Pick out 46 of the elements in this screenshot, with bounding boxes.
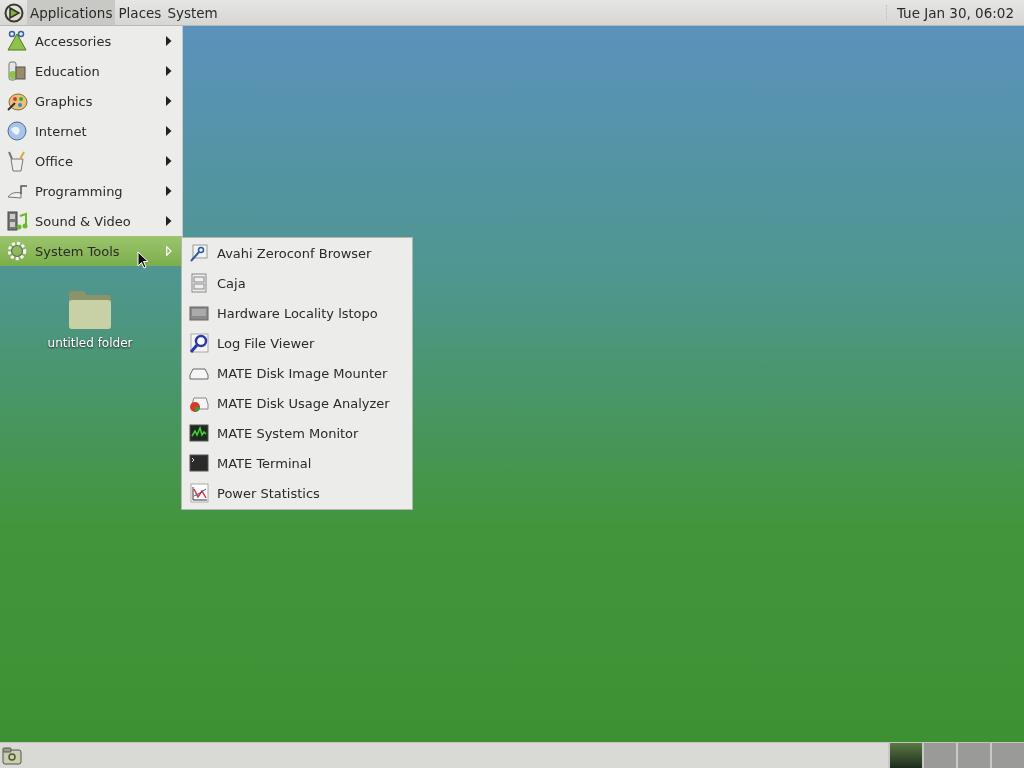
- globe-icon: [6, 120, 28, 142]
- monitor-icon: [188, 422, 210, 444]
- submenu-arrow-icon: [166, 96, 172, 106]
- menu-item[interactable]: Avahi Zeroconf Browser: [182, 238, 412, 268]
- menu-item[interactable]: MATE Terminal: [182, 448, 412, 478]
- submenu-arrow-icon: [166, 126, 172, 136]
- menu-item[interactable]: System Tools: [0, 236, 182, 266]
- terminal-icon: [188, 452, 210, 474]
- gear-icon: [6, 240, 28, 262]
- graph-icon: [188, 482, 210, 504]
- menu-item[interactable]: Sound & Video: [0, 206, 182, 236]
- show-desktop-icon[interactable]: [2, 746, 22, 765]
- panel-menu[interactable]: Applications: [27, 0, 116, 25]
- submenu-arrow-icon: [166, 66, 172, 76]
- pen-cup-icon: [6, 150, 28, 172]
- menu-item[interactable]: Power Statistics: [182, 478, 412, 508]
- submenu-arrow-icon: [166, 186, 172, 196]
- menu-item[interactable]: Graphics: [0, 86, 182, 116]
- cabinet-icon: [188, 272, 210, 294]
- submenu-arrow-icon: [166, 246, 172, 256]
- menu-item[interactable]: Internet: [0, 116, 182, 146]
- menu-item[interactable]: MATE Disk Image Mounter: [182, 358, 412, 388]
- panel-menu[interactable]: Places: [115, 0, 165, 25]
- search-icon: [188, 332, 210, 354]
- submenu-arrow-icon: [166, 36, 172, 46]
- menu-item[interactable]: MATE System Monitor: [182, 418, 412, 448]
- film-note-icon: [6, 210, 28, 232]
- submenu-arrow-icon: [166, 156, 172, 166]
- palette-icon: [6, 90, 28, 112]
- panel-menu[interactable]: System: [164, 0, 221, 25]
- menu-item[interactable]: Education: [0, 56, 182, 86]
- menu-item[interactable]: Programming: [0, 176, 182, 206]
- menu-item[interactable]: Hardware Locality lstopo: [182, 298, 412, 328]
- menu-item[interactable]: Log File Viewer: [182, 328, 412, 358]
- flask-icon: [6, 60, 28, 82]
- workspace-button[interactable]: [888, 743, 922, 768]
- menu-item[interactable]: Accessories: [0, 26, 182, 56]
- mouse-pointer-icon: [137, 251, 149, 269]
- menu-item[interactable]: Caja: [182, 268, 412, 298]
- clock[interactable]: Tue Jan 30, 06:02: [885, 4, 1024, 21]
- submenu-arrow-icon: [166, 216, 172, 226]
- menu-item[interactable]: MATE Disk Usage Analyzer: [182, 388, 412, 418]
- folder-icon[interactable]: [67, 290, 113, 330]
- folder-label[interactable]: untitled folder: [47, 336, 133, 350]
- logo-icon[interactable]: [4, 2, 24, 23]
- menu-item[interactable]: Office: [0, 146, 182, 176]
